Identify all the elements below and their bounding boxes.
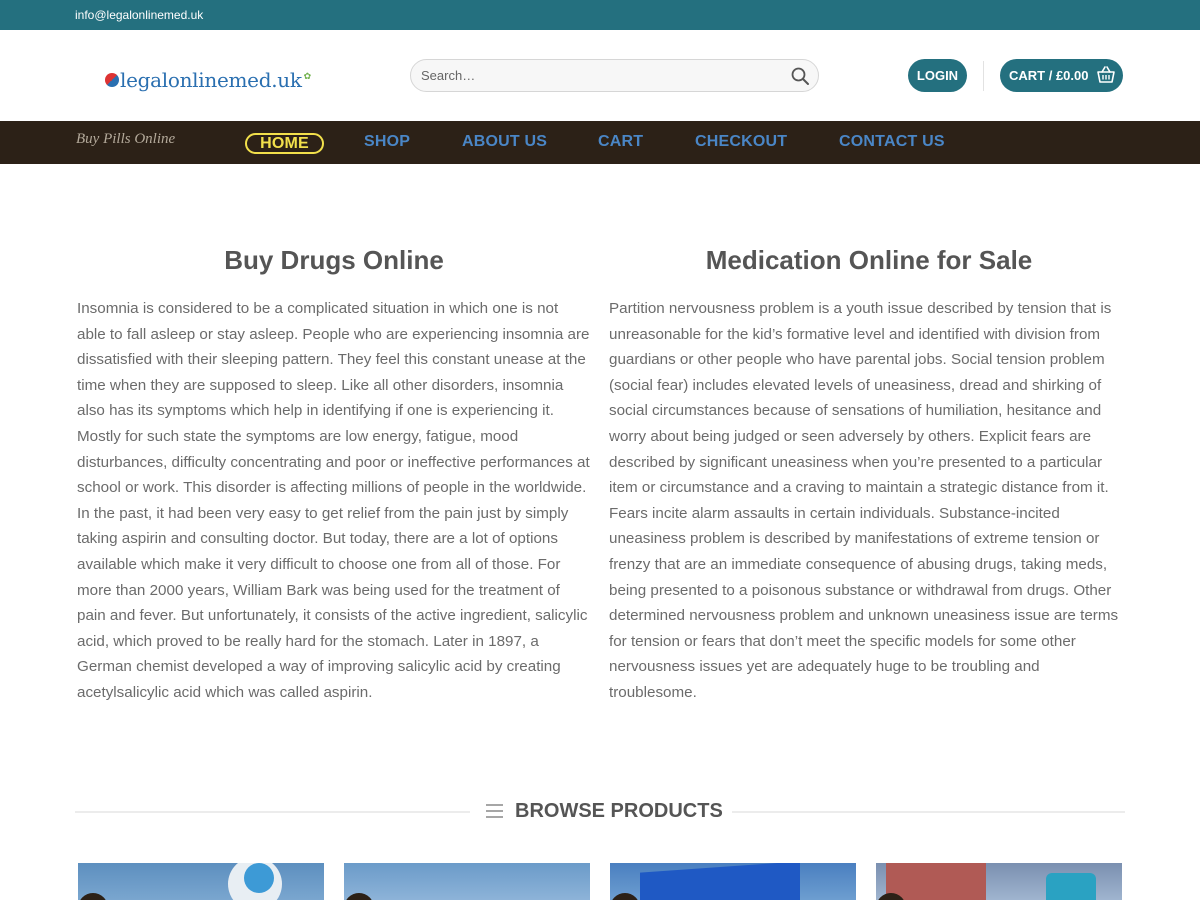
cart-button[interactable]: CART / £0.00 <box>1000 59 1123 92</box>
product-card-1[interactable] <box>78 863 324 900</box>
product-card-4[interactable] <box>876 863 1122 900</box>
pill-logo-icon <box>105 73 119 87</box>
product-badge-3 <box>610 893 640 900</box>
product-image-4b <box>1046 873 1096 900</box>
nav-contact-us[interactable]: CONTACT US <box>839 133 945 151</box>
product-badge-2 <box>344 893 374 900</box>
main-nav: Buy Pills Online HOME SHOP ABOUT US CART… <box>0 121 1200 164</box>
nav-checkout[interactable]: CHECKOUT <box>695 133 787 151</box>
search-box <box>410 59 819 92</box>
header-divider <box>983 61 984 91</box>
nav-cart[interactable]: CART <box>598 133 643 151</box>
divider-line-left <box>75 811 470 813</box>
section-body-anxiety: Partition nervousness problem is a youth… <box>609 300 1119 701</box>
content-column-left: Buy Drugs Online Insomnia is considered … <box>77 245 591 706</box>
product-badge-1 <box>78 893 108 900</box>
search-icon[interactable] <box>790 66 810 86</box>
header: legalonlinemed.uk ✿ LOGIN CART / £0.00 <box>0 30 1200 121</box>
content-column-right: Medication Online for Sale Partition ner… <box>609 245 1129 706</box>
product-image-3 <box>640 863 800 900</box>
divider-line-right <box>732 811 1125 813</box>
menu-icon <box>486 804 503 818</box>
browse-products-heading: BROWSE PRODUCTS <box>75 798 1125 826</box>
nav-shop[interactable]: SHOP <box>364 133 410 151</box>
product-image-4 <box>886 863 986 900</box>
site-tagline: Buy Pills Online <box>76 131 176 147</box>
site-logo[interactable]: legalonlinemed.uk ✿ <box>105 66 311 94</box>
product-pill-1 <box>244 863 274 893</box>
product-card-3[interactable] <box>610 863 856 900</box>
browse-products-label: BROWSE PRODUCTS <box>515 800 723 822</box>
section-title-buy-drugs: Buy Drugs Online <box>224 245 444 275</box>
nav-about-us[interactable]: ABOUT US <box>462 133 547 151</box>
search-input[interactable] <box>421 60 781 91</box>
top-bar: info@legalonlinemed.uk <box>0 0 1200 30</box>
cart-label: CART / £0.00 <box>1009 68 1089 83</box>
section-body-insomnia: Insomnia is considered to be a complicat… <box>77 300 590 701</box>
contact-email[interactable]: info@legalonlinemed.uk <box>75 8 203 22</box>
section-title-medication: Medication Online for Sale <box>705 245 1033 275</box>
leaf-logo-icon: ✿ <box>303 72 312 82</box>
basket-icon <box>1097 66 1115 83</box>
logo-text: legalonlinemed.uk <box>120 68 302 92</box>
nav-home[interactable]: HOME <box>245 133 324 154</box>
product-card-2[interactable] <box>344 863 590 900</box>
login-button[interactable]: LOGIN <box>908 59 967 92</box>
